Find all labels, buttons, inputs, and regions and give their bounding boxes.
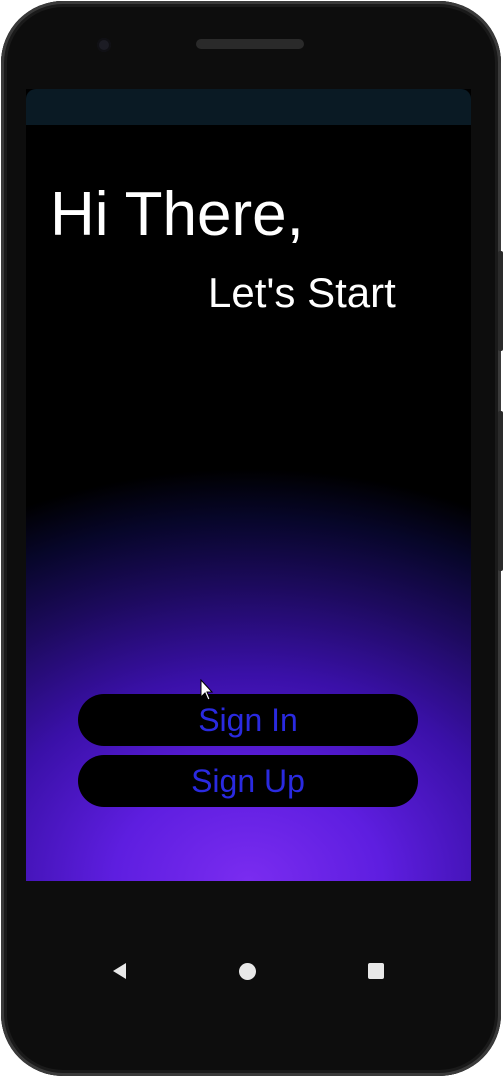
- app-screen: Hi There, Let's Start Sign In Sign Up: [26, 89, 471, 881]
- home-icon: [238, 962, 256, 980]
- front-camera: [97, 38, 111, 52]
- mouse-pointer-icon: [200, 679, 214, 701]
- back-button[interactable]: [109, 961, 129, 981]
- system-nav-bar: [26, 941, 471, 1001]
- status-bar: [26, 89, 471, 125]
- greeting-subtitle: Let's Start: [208, 269, 396, 316]
- volume-button: [498, 251, 503, 351]
- back-icon: [112, 963, 126, 979]
- home-button[interactable]: [237, 961, 257, 981]
- power-button: [498, 411, 503, 571]
- greeting-title: Hi There,: [50, 180, 304, 249]
- recents-button[interactable]: [366, 961, 386, 981]
- sign-in-button[interactable]: Sign In: [78, 694, 418, 746]
- background-glow: [26, 469, 471, 881]
- sign-up-button[interactable]: Sign Up: [78, 755, 418, 807]
- recents-icon: [368, 963, 384, 979]
- earpiece-speaker: [196, 39, 304, 49]
- phone-frame: Hi There, Let's Start Sign In Sign Up: [1, 1, 503, 1076]
